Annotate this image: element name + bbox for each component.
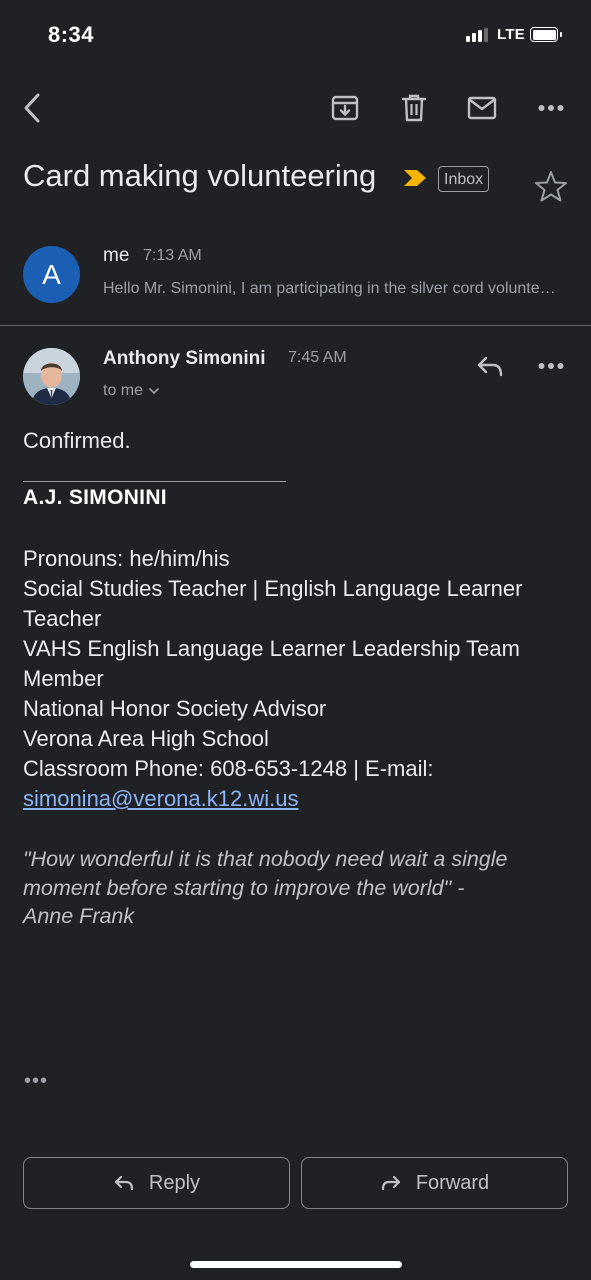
message-more-button[interactable] bbox=[529, 344, 573, 388]
signature-quote: "How wonderful it is that nobody need wa… bbox=[23, 845, 583, 931]
delete-button[interactable] bbox=[392, 86, 436, 130]
message-body: Confirmed. bbox=[23, 428, 131, 453]
importance-marker-icon[interactable] bbox=[402, 168, 428, 188]
signature-line: Pronouns: he/him/his bbox=[23, 546, 230, 571]
inbox-label[interactable]: Inbox bbox=[438, 166, 490, 192]
show-trimmed-content-button[interactable]: ••• bbox=[24, 1070, 48, 1093]
signature-name: A.J. SIMONINI bbox=[23, 486, 167, 509]
quote-line: Anne Frank bbox=[23, 904, 135, 928]
signature-line: Teacher bbox=[23, 606, 102, 631]
chevron-left-icon bbox=[24, 93, 40, 123]
mark-unread-button[interactable] bbox=[460, 86, 504, 130]
message-divider bbox=[0, 325, 591, 326]
mail-icon bbox=[467, 96, 497, 120]
cellular-signal-icon bbox=[466, 28, 488, 42]
archive-button[interactable] bbox=[323, 86, 367, 130]
email-link[interactable]: simonina@verona.k12.wi.us bbox=[23, 786, 298, 811]
quote-line: moment before starting to improve the wo… bbox=[23, 875, 465, 900]
star-icon bbox=[535, 171, 567, 202]
status-time: 8:34 bbox=[48, 22, 95, 47]
signature-block: Pronouns: he/him/his Social Studies Teac… bbox=[23, 544, 522, 814]
quote-line: "How wonderful it is that nobody need wa… bbox=[23, 847, 508, 871]
archive-icon bbox=[331, 95, 359, 121]
signature-line: National Honor Society Advisor bbox=[23, 696, 327, 721]
collapsed-sender[interactable]: me bbox=[103, 245, 129, 267]
reply-icon-button[interactable] bbox=[468, 344, 512, 388]
signature-line: Classroom Phone: 608-653-1248 | E-mail: bbox=[23, 756, 434, 781]
signature-line: Social Studies Teacher | English Languag… bbox=[23, 576, 523, 601]
back-button[interactable] bbox=[10, 86, 54, 130]
collapsed-time: 7:13 AM bbox=[143, 247, 202, 264]
recipient-text: to me bbox=[103, 382, 144, 399]
signature-line: Member bbox=[23, 666, 104, 691]
more-horizontal-icon bbox=[538, 363, 564, 369]
reply-icon bbox=[114, 1175, 134, 1191]
expanded-time: 7:45 AM bbox=[288, 349, 347, 366]
reply-icon bbox=[477, 356, 503, 377]
reply-label: Reply bbox=[148, 1171, 201, 1194]
expanded-sender[interactable]: Anthony Simonini bbox=[103, 348, 266, 370]
network-type: LTE bbox=[497, 26, 526, 43]
more-options-button[interactable] bbox=[529, 86, 573, 130]
battery-icon bbox=[530, 27, 558, 42]
signature-line: Verona Area High School bbox=[23, 726, 269, 751]
collapsed-snippet[interactable]: Hello Mr. Simonini, I am participating i… bbox=[103, 280, 558, 298]
more-horizontal-icon bbox=[538, 105, 564, 111]
chevron-down-icon bbox=[149, 387, 159, 394]
sender-avatar-photo[interactable] bbox=[23, 348, 80, 405]
recipient-details[interactable]: to me bbox=[103, 382, 159, 400]
forward-icon bbox=[381, 1175, 400, 1191]
home-indicator[interactable] bbox=[190, 1261, 402, 1268]
email-subject: Card making volunteering bbox=[23, 158, 377, 193]
signature-line: VAHS English Language Learner Leadership… bbox=[23, 636, 520, 661]
star-button[interactable] bbox=[534, 170, 568, 202]
reply-button[interactable]: Reply bbox=[23, 1157, 290, 1209]
trash-icon bbox=[401, 94, 427, 122]
battery-tip bbox=[560, 32, 562, 37]
forward-button[interactable]: Forward bbox=[301, 1157, 568, 1209]
forward-label: Forward bbox=[415, 1171, 490, 1194]
signature-divider bbox=[23, 481, 286, 482]
sender-avatar[interactable]: A bbox=[23, 246, 80, 303]
